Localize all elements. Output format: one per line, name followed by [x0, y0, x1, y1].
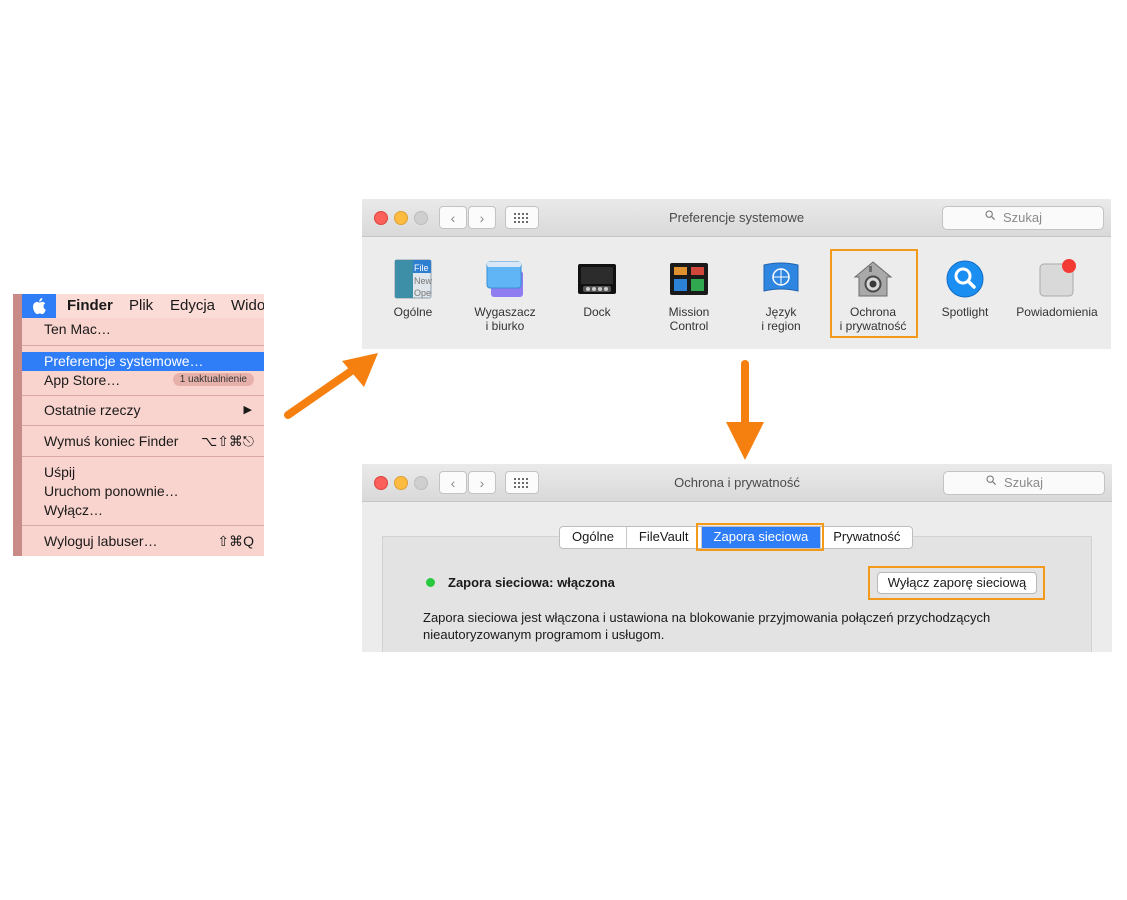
search-placeholder: Szukaj: [1004, 475, 1044, 490]
menu-item-label: App Store…: [44, 372, 121, 388]
tab-highlight-frame: [696, 523, 824, 551]
notifications-icon: [1037, 259, 1077, 299]
pref-pane-label-line2: i region: [761, 319, 801, 333]
firewall-status: Zapora sieciowa: włączona: [448, 575, 615, 590]
menu-item-wymus-koniec[interactable]: Wymuś koniec Finder ⌥⇧⌘⎋: [22, 432, 264, 451]
menu-item-shortcut: ⌥⇧⌘⎋: [201, 433, 254, 449]
general-icon-text-open: Ope: [414, 288, 432, 298]
menu-item-wyloguj[interactable]: Wyloguj labuser… ⇧⌘Q: [22, 532, 264, 551]
menu-item-shortcut: ⇧⌘Q: [217, 533, 254, 549]
firewall-description: Zapora sieciowa jest włączona i ustawion…: [423, 610, 991, 642]
pref-pane-label: Spotlight: [941, 305, 989, 319]
general-icon: File New Ope: [393, 259, 433, 299]
menu-separator: [22, 345, 264, 346]
menu-item-label: Wyloguj labuser…: [44, 533, 158, 549]
search-icon: [986, 475, 996, 485]
menubar-widok[interactable]: Wido: [231, 297, 264, 314]
menu-item-label: Uśpij: [44, 464, 76, 480]
menu-separator: [22, 395, 264, 396]
button-highlight-frame: [868, 566, 1045, 600]
pref-pane-ogolne[interactable]: File New Ope Ogólne: [370, 259, 456, 319]
search-field[interactable]: Szukaj: [942, 206, 1104, 230]
menu-item-ten-mac[interactable]: Ten Mac…: [22, 320, 264, 339]
arrow-down-icon: [726, 360, 764, 460]
pref-pane-mission-control[interactable]: Mission Control: [646, 259, 732, 333]
menu-item-label: Ostatnie rzeczy: [44, 402, 141, 418]
pref-pane-dock[interactable]: Dock: [554, 259, 640, 319]
desktop-edge: [13, 294, 22, 556]
spotlight-icon: [945, 259, 985, 299]
menubar-plik[interactable]: Plik: [129, 297, 153, 314]
search-field[interactable]: Szukaj: [943, 471, 1105, 495]
menu-item-label: Ten Mac…: [44, 321, 111, 337]
menu-item-label: Wyłącz…: [44, 502, 103, 518]
menu-item-uspij[interactable]: Uśpij: [22, 463, 264, 482]
apple-menu-icon[interactable]: [22, 294, 56, 318]
finder-apple-menu: Finder Plik Edycja Wido Ten Mac… Prefere…: [13, 294, 264, 556]
title-bar: ‹ › Ochrona i prywatność Szukaj: [362, 464, 1112, 502]
pref-pane-label-line2: Control: [669, 319, 709, 333]
submenu-arrow-icon: ▶: [243, 404, 252, 416]
security-privacy-window: ‹ › Ochrona i prywatność Szukaj Ogólne F…: [362, 464, 1112, 652]
mission-control-icon: [669, 259, 709, 299]
menu-item-label: Wymuś koniec Finder: [44, 433, 179, 449]
language-region-icon: [761, 259, 801, 299]
update-badge: 1 uaktualnienie: [172, 373, 254, 386]
pref-pane-jezyk-region[interactable]: Język i region: [738, 259, 824, 333]
general-icon-text-file: File: [414, 263, 429, 273]
pref-pane-label-line1: Wygaszacz: [474, 305, 536, 319]
menu-item-app-store[interactable]: App Store… 1 uaktualnienie: [22, 371, 264, 390]
pref-pane-label: Powiadomienia: [1016, 305, 1098, 319]
menu-item-wylacz[interactable]: Wyłącz…: [22, 501, 264, 520]
menu-item-label: Preferencje systemowe…: [44, 353, 204, 369]
title-bar: ‹ › Preferencje systemowe Szukaj: [362, 199, 1111, 237]
menubar-app-name[interactable]: Finder: [67, 297, 113, 314]
pref-pane-wygaszacz[interactable]: Wygaszacz i biurko: [462, 259, 548, 333]
pref-pane-label: Dock: [583, 305, 611, 319]
menu-item-label: Uruchom ponownie…: [44, 483, 179, 499]
menu-bar: Finder Plik Edycja Wido: [22, 294, 264, 318]
menu-separator: [22, 525, 264, 526]
pref-pane-label-line1: Język: [765, 305, 797, 319]
status-indicator-icon: [426, 578, 435, 587]
menubar-edycja[interactable]: Edycja: [170, 297, 215, 314]
menu-separator: [22, 425, 264, 426]
pref-pane-powiadomienia[interactable]: Powiadomienia: [1014, 259, 1100, 319]
menu-separator: [22, 456, 264, 457]
tab-prywatnosc[interactable]: Prywatność: [821, 527, 912, 548]
menu-item-ostatnie-rzeczy[interactable]: Ostatnie rzeczy ▶: [22, 401, 264, 420]
menu-item-uruchom-ponownie[interactable]: Uruchom ponownie…: [22, 482, 264, 501]
highlight-frame: [830, 249, 918, 338]
search-placeholder: Szukaj: [1003, 210, 1043, 225]
desktop-screensaver-icon: [485, 259, 525, 299]
apple-menu-list: Ten Mac… Preferencje systemowe… App Stor…: [22, 318, 264, 556]
dock-icon: [577, 259, 617, 299]
search-icon: [985, 210, 995, 220]
pref-pane-label-line1: Mission: [668, 305, 710, 319]
tab-filevault[interactable]: FileVault: [627, 527, 702, 548]
system-preferences-window: ‹ › Preferencje systemowe Szukaj File Ne…: [362, 199, 1111, 349]
pref-pane-label-line2: i biurko: [485, 319, 525, 333]
menu-item-preferencje-systemowe[interactable]: Preferencje systemowe…: [22, 352, 264, 371]
pref-pane-spotlight[interactable]: Spotlight: [922, 259, 1008, 319]
tab-ogolne[interactable]: Ogólne: [560, 527, 627, 548]
pref-pane-label: Ogólne: [393, 305, 433, 319]
